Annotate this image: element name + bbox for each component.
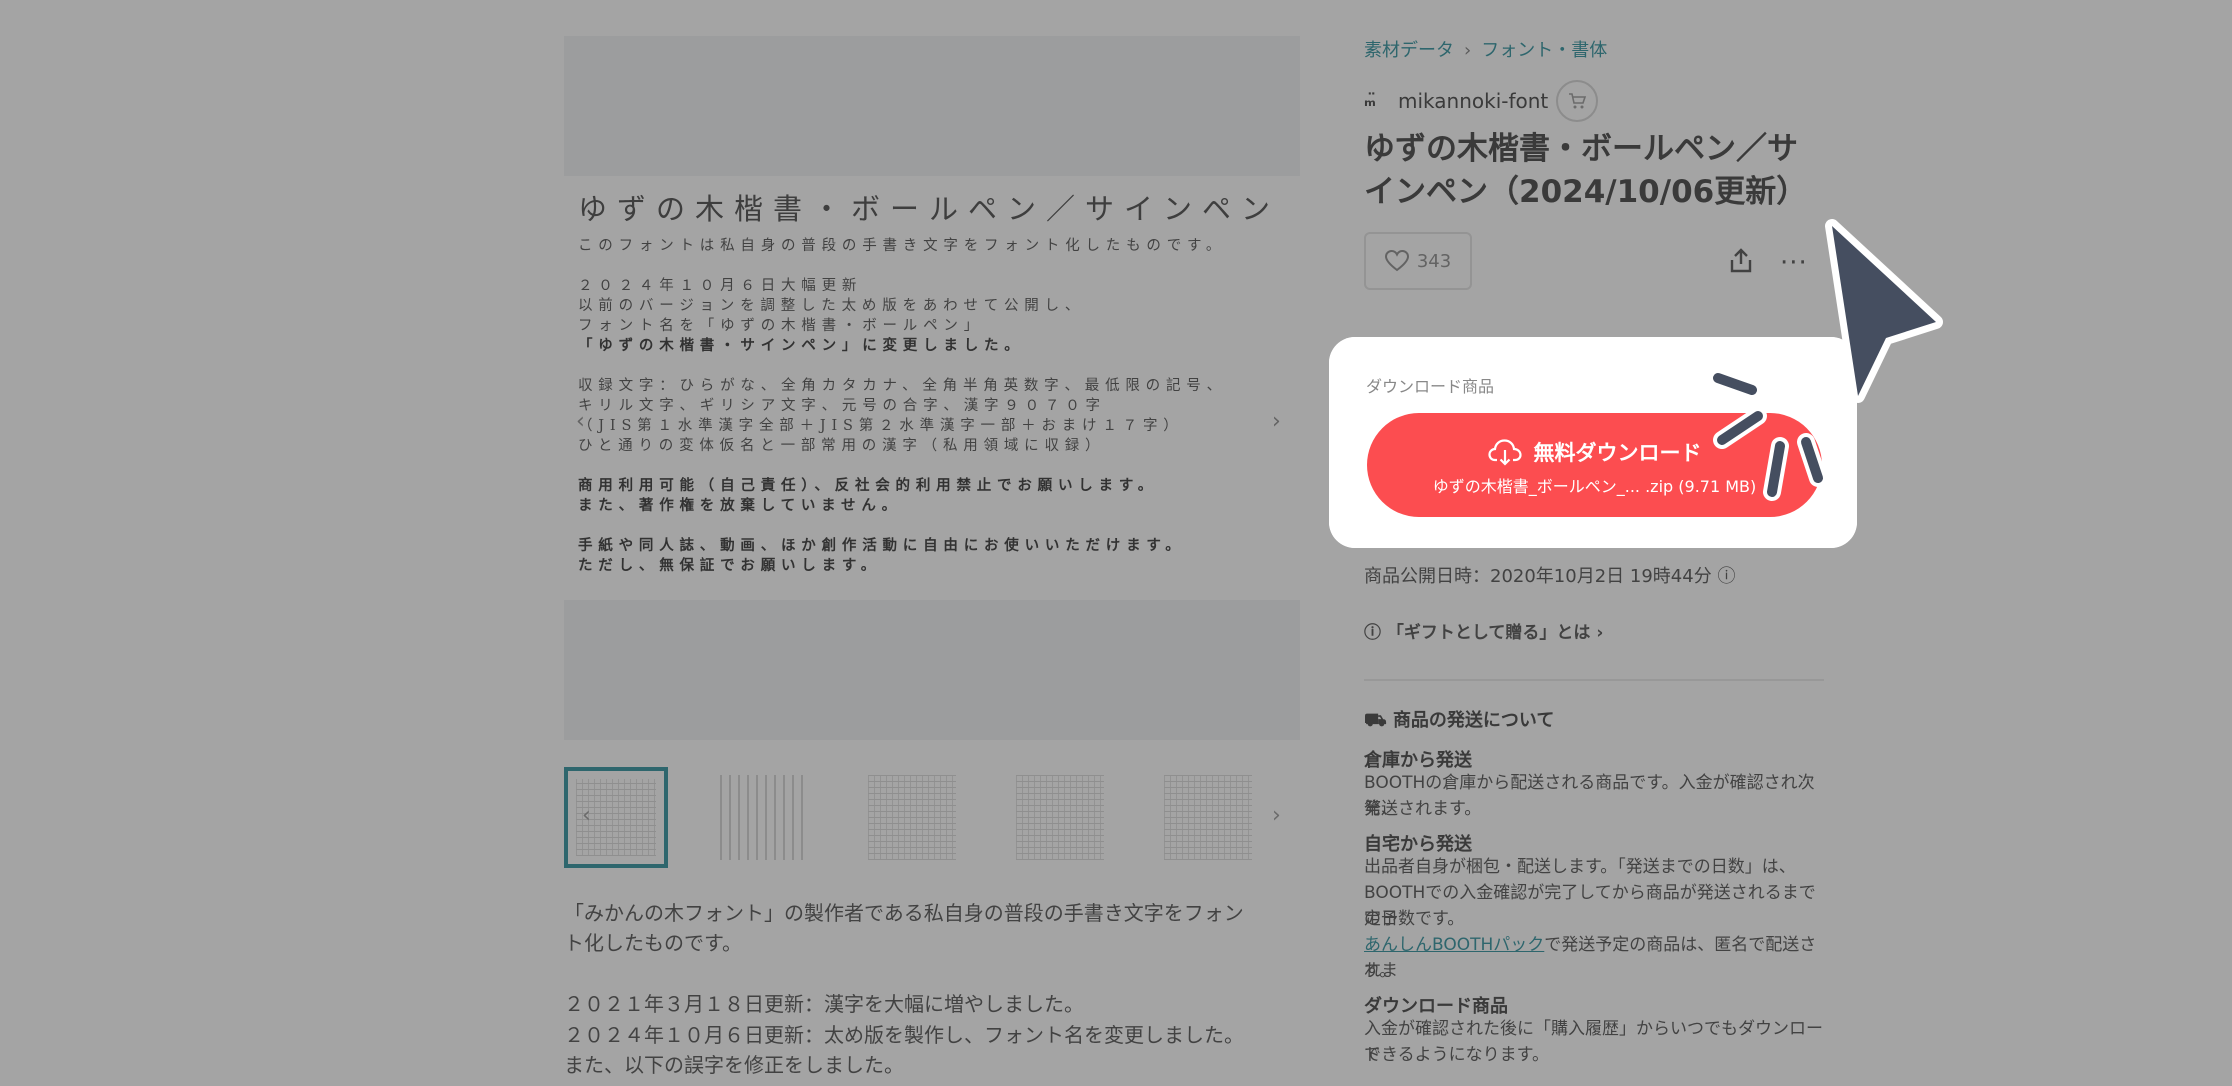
description-line: ト化したものです。	[564, 931, 742, 955]
section-divider	[1364, 679, 1824, 681]
sample-line: 以前のバージョンを調整した太め版をあわせて公開し、	[578, 298, 1086, 314]
sample-line: また、著作権を放棄していません。	[578, 497, 902, 514]
sample-line: 収録文字：ひらがな、全角カタカナ、全角半角英数字、最低限の記号、	[578, 378, 1227, 394]
published-date: 商品公開日時：2020年10月2日 19時44分 ⓘ	[1364, 566, 1736, 587]
download-file-info: ゆずの木楷書_ボールペン_... .zip (9.71 MB)	[1432, 477, 1757, 496]
download-text: できるようになります。	[1364, 1045, 1549, 1065]
thumbnail-5[interactable]	[1156, 767, 1260, 868]
sample-line: 「ゆずの木楷書・サインペン」に変更しました。	[578, 337, 1025, 354]
gallery-margin-bottom	[564, 600, 1300, 740]
anshin-text: す。	[1364, 961, 1397, 981]
thumbnail-3[interactable]	[860, 767, 964, 868]
like-button[interactable]: 343	[1364, 232, 1472, 290]
download-button-label: 無料ダウンロード	[1533, 441, 1702, 465]
font-sample-image: ゆずの木楷書・ボールペン／サインペン このフォントは私自身の普段の手書き文字をフ…	[564, 176, 1300, 600]
thumb-next-arrow-icon[interactable]: ›	[1272, 803, 1281, 828]
sample-line: このフォントは私自身の普段の手書き文字をフォント化したものです。	[578, 238, 1227, 254]
sample-title: ゆずの木楷書・ボールペン／サインペン	[578, 192, 1281, 226]
like-count: 343	[1416, 250, 1452, 272]
description-line: ２０２１年３月１８日更新：漢字を大幅に増やしました。	[564, 992, 1084, 1016]
sample-line: フォント名を「ゆずの木楷書・ボールペン」	[578, 318, 984, 334]
gallery-next-arrow-icon[interactable]: ›	[1272, 411, 1281, 433]
heart-icon	[1384, 250, 1409, 272]
sample-line: キリル文字、ギリシア文字、元号の合字、漢字９０７０字	[578, 398, 1106, 414]
sample-line: ２０２４年１０月６日大幅更新	[578, 278, 863, 294]
gallery-margin-top	[564, 36, 1300, 176]
cart-icon	[1569, 93, 1587, 109]
download-section-label: ダウンロード商品	[1366, 377, 1495, 396]
sample-line: ひと通りの変体仮名と一部常用の漢字（私用領域に収録）	[578, 438, 1106, 454]
description-line: 「みかんの木フォント」の製作者である私自身の普段の手書き文字をフォン	[564, 901, 1244, 925]
description-line: また、以下の誤字を修正をしました。	[564, 1053, 904, 1077]
share-icon[interactable]	[1726, 246, 1756, 276]
shop-cart-button[interactable]	[1556, 80, 1599, 122]
thumbnail-1[interactable]	[564, 767, 668, 868]
sample-line: （JIS第１水準漢字全部＋JIS第２水準漢字一部＋おまけ１７字）	[578, 418, 1184, 434]
anshin-booth-pack-link[interactable]: あんしんBOOTHパック	[1364, 935, 1544, 955]
shipping-section-title: ⛟ 商品の発送について	[1364, 710, 1555, 731]
description-line: ２０２４年１０月６日更新：太め版を製作し、フォント名を変更しました。	[564, 1023, 1244, 1047]
chevron-right-icon: ›	[1464, 40, 1472, 61]
home-text: 出品者自身が梱包・配送します。「発送までの日数」は、	[1364, 857, 1796, 877]
warehouse-text: 発送されます。	[1364, 799, 1482, 819]
cloud-download-icon	[1487, 439, 1522, 466]
free-download-button[interactable]: 無料ダウンロード ゆずの木楷書_ボールペン_... .zip (9.71 MB)	[1367, 413, 1822, 517]
shop-name[interactable]: mikannoki-font	[1398, 89, 1548, 113]
shop-logo-icon: ₘ̈	[1364, 90, 1376, 111]
shop-info[interactable]: ₘ̈ mikannoki-font	[1364, 80, 1599, 122]
thumbnail-strip: ‹ ›	[564, 767, 1300, 868]
product-image-gallery[interactable]: ゆずの木楷書・ボールペン／サインペン このフォントは私自身の普段の手書き文字をフ…	[564, 36, 1300, 740]
thumb-prev-arrow-icon[interactable]: ‹	[582, 803, 591, 828]
gallery-prev-arrow-icon[interactable]: ‹	[576, 411, 585, 433]
gift-link[interactable]: ⓘ 「ギフトとして贈る」とは ›	[1364, 620, 1824, 646]
sample-line: ただし、無保証でお願いします。	[578, 557, 882, 574]
sample-line: 商用利用可能（自己責任）、反社会的利用禁止でお願いします。	[578, 477, 1158, 494]
thumbnail-4[interactable]	[1008, 767, 1112, 868]
breadcrumb: 素材データ › フォント・書体	[1364, 36, 1607, 62]
home-text: 定日数です。	[1364, 909, 1465, 929]
breadcrumb-item-material[interactable]: 素材データ	[1364, 40, 1454, 61]
product-title: ゆずの木楷書・ボールペン／サインペン（2024/10/06更新）	[1364, 131, 1808, 210]
truck-icon: ⛟	[1364, 710, 1387, 731]
more-options-icon[interactable]: ···	[1780, 248, 1808, 278]
breadcrumb-item-font[interactable]: フォント・書体	[1481, 40, 1607, 61]
sample-line: 手紙や同人誌、動画、ほか創作活動に自由にお使いいただけます。	[578, 537, 1186, 554]
help-icon[interactable]: ⓘ	[1717, 566, 1735, 587]
thumbnail-2[interactable]	[712, 767, 816, 868]
